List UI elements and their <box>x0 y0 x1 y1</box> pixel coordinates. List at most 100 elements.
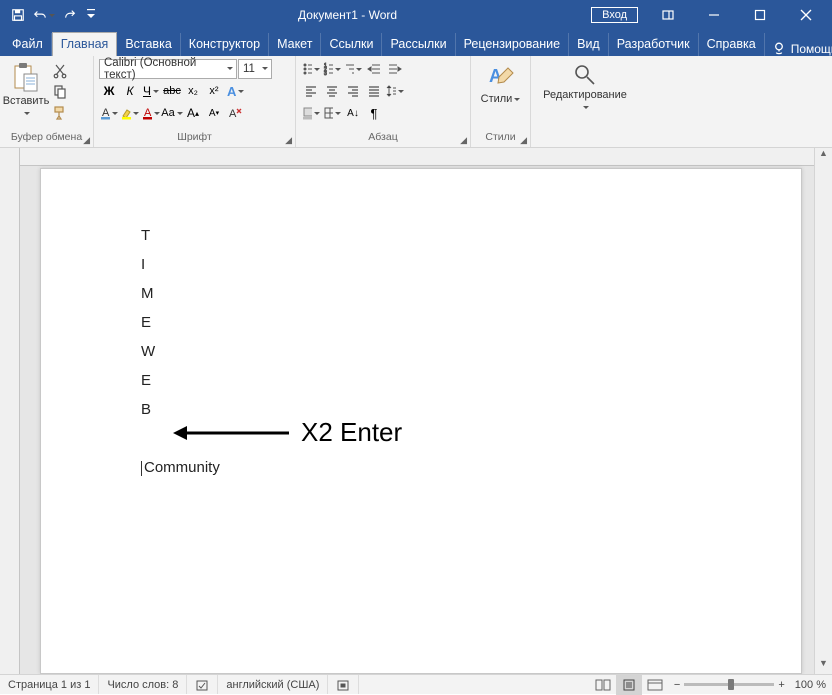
format-painter-icon[interactable] <box>50 103 70 123</box>
group-clipboard: <線/> Вставить Буфер обмена ◢ <box>0 56 94 147</box>
indent-increase-icon[interactable] <box>385 59 405 79</box>
view-web-icon[interactable] <box>642 675 668 695</box>
font-size-combo[interactable]: 11 <box>238 59 272 79</box>
tab-review[interactable]: Рецензирование <box>456 33 570 56</box>
tab-file[interactable]: Файл <box>4 33 52 56</box>
text-effects-icon[interactable]: A <box>225 81 245 101</box>
tab-references[interactable]: Ссылки <box>321 33 382 56</box>
minimize-icon[interactable] <box>692 0 736 30</box>
numbering-icon[interactable]: 123 <box>322 59 342 79</box>
ribbon-options-icon[interactable] <box>646 0 690 30</box>
strike-button[interactable]: abc <box>162 81 182 101</box>
styles-launcher-icon[interactable]: ◢ <box>520 135 527 146</box>
sort-icon[interactable]: A↓ <box>343 103 363 123</box>
zoom-out-icon[interactable]: − <box>674 679 680 691</box>
tab-home[interactable]: Главная <box>52 32 118 56</box>
line[interactable]: E <box>141 372 220 389</box>
scroll-down-icon[interactable]: ▼ <box>815 658 832 674</box>
shading-icon[interactable] <box>301 103 321 123</box>
scroll-up-icon[interactable]: ▲ <box>815 148 832 164</box>
tell-me[interactable]: Помощн <box>765 42 832 56</box>
window-controls: Вход <box>591 0 832 30</box>
italic-button[interactable]: К <box>120 81 140 101</box>
tab-insert[interactable]: Вставка <box>117 33 180 56</box>
maximize-icon[interactable] <box>738 0 782 30</box>
view-read-icon[interactable] <box>590 675 616 695</box>
line[interactable]: M <box>141 285 220 302</box>
arrow-icon <box>171 423 291 443</box>
vertical-ruler[interactable] <box>0 148 20 674</box>
zoom-control[interactable]: − + 100 % <box>668 679 832 691</box>
subscript-button[interactable]: x₂ <box>183 81 203 101</box>
redo-icon[interactable] <box>58 3 82 27</box>
group-styles-label: Стили <box>476 131 525 147</box>
justify-icon[interactable] <box>364 81 384 101</box>
zoom-in-icon[interactable]: + <box>778 679 784 691</box>
editing-button[interactable]: Редактирование <box>540 59 630 113</box>
show-marks-icon[interactable]: ¶ <box>364 103 384 123</box>
save-icon[interactable] <box>6 3 30 27</box>
workspace: ˆ T I M E W E B Community X2 Enter ▲ ▼ <box>0 148 832 674</box>
copy-icon[interactable] <box>50 82 70 102</box>
undo-icon[interactable] <box>32 3 56 27</box>
align-left-icon[interactable] <box>301 81 321 101</box>
clipboard-launcher-icon[interactable]: ◢ <box>83 135 90 146</box>
line[interactable]: I <box>141 256 220 273</box>
status-language[interactable]: английский (США) <box>218 675 328 694</box>
group-editing-label <box>536 131 634 147</box>
indent-decrease-icon[interactable] <box>364 59 384 79</box>
underline-button[interactable]: Ч <box>141 81 161 101</box>
group-font-label: Шрифт <box>99 131 290 147</box>
bullets-icon[interactable] <box>301 59 321 79</box>
close-icon[interactable] <box>784 0 828 30</box>
vertical-scrollbar[interactable]: ▲ ▼ <box>814 148 832 674</box>
align-right-icon[interactable] <box>343 81 363 101</box>
font-color-icon[interactable]: A <box>99 103 119 123</box>
line[interactable]: E <box>141 314 220 331</box>
status-macro-icon[interactable] <box>328 675 359 694</box>
svg-text:3: 3 <box>324 71 327 76</box>
status-proofing-icon[interactable] <box>187 675 218 694</box>
clear-format-icon[interactable]: A <box>225 103 245 123</box>
tab-help[interactable]: Справка <box>699 33 765 56</box>
sign-in-button[interactable]: Вход <box>591 7 638 23</box>
styles-button[interactable]: A Стили <box>480 59 522 106</box>
line[interactable]: T <box>141 227 220 244</box>
font-launcher-icon[interactable]: ◢ <box>285 135 292 146</box>
status-page[interactable]: Страница 1 из 1 <box>0 675 99 694</box>
tab-design[interactable]: Конструктор <box>181 33 269 56</box>
align-center-icon[interactable] <box>322 81 342 101</box>
title-bar: Документ1 - Word Вход <box>0 0 832 30</box>
document-body[interactable]: T I M E W E B Community <box>141 227 220 488</box>
view-print-icon[interactable] <box>616 675 642 695</box>
font-name-combo[interactable]: Calibri (Основной текст) <box>99 59 237 79</box>
line[interactable]: W <box>141 343 220 360</box>
horizontal-ruler[interactable] <box>20 148 832 166</box>
quick-access-toolbar <box>0 3 104 27</box>
change-case-icon[interactable]: Aa <box>162 103 182 123</box>
line[interactable]: B <box>141 401 220 418</box>
line-spacing-icon[interactable] <box>385 81 405 101</box>
tab-mailings[interactable]: Рассылки <box>382 33 455 56</box>
tab-view[interactable]: Вид <box>569 33 609 56</box>
multilevel-icon[interactable] <box>343 59 363 79</box>
status-words[interactable]: Число слов: 8 <box>99 675 187 694</box>
highlight-icon[interactable] <box>120 103 140 123</box>
cut-icon[interactable] <box>50 61 70 81</box>
status-bar: Страница 1 из 1 Число слов: 8 английский… <box>0 674 832 694</box>
paste-button[interactable]: <線/> Вставить <box>5 59 47 119</box>
paragraph-launcher-icon[interactable]: ◢ <box>460 135 467 146</box>
font-color2-icon[interactable]: A <box>141 103 161 123</box>
borders-icon[interactable] <box>322 103 342 123</box>
zoom-slider[interactable] <box>684 683 774 686</box>
zoom-value[interactable]: 100 % <box>795 679 826 691</box>
line-last[interactable]: Community <box>141 459 220 476</box>
qat-customize-icon[interactable] <box>84 3 98 27</box>
shrink-font-icon[interactable]: A▾ <box>204 103 224 123</box>
grow-font-icon[interactable]: A▴ <box>183 103 203 123</box>
bold-button[interactable]: Ж <box>99 81 119 101</box>
superscript-button[interactable]: x² <box>204 81 224 101</box>
tab-layout[interactable]: Макет <box>269 33 321 56</box>
document-page[interactable]: T I M E W E B Community X2 Enter <box>40 168 802 674</box>
tab-developer[interactable]: Разработчик <box>609 33 699 56</box>
